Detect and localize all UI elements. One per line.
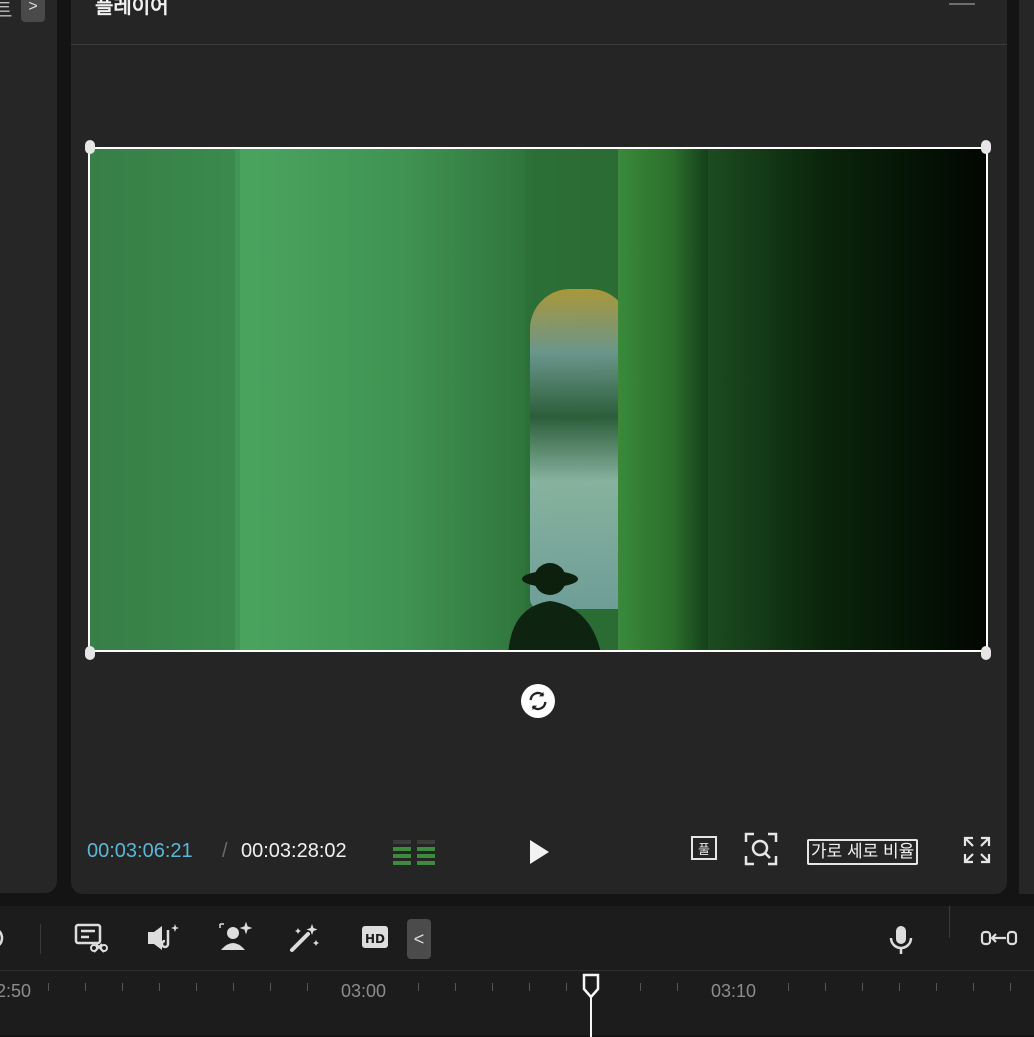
ruler-tick [1010, 983, 1011, 991]
video-preview[interactable] [88, 147, 988, 652]
video-silhouette [508, 563, 601, 650]
microphone-icon[interactable] [887, 924, 915, 956]
hd-icon[interactable]: HD [361, 922, 389, 954]
ruler-tick [788, 983, 789, 991]
media-panel: 트 > [0, 0, 57, 893]
rotate-icon [529, 691, 547, 711]
right-panel [1019, 0, 1034, 894]
ruler-tick [307, 983, 308, 991]
playhead-handle[interactable] [582, 973, 600, 999]
ruler-label: 2:50 [0, 981, 32, 1001]
timeline-ruler[interactable]: 2:50 03:00 03:10 [0, 970, 1034, 1037]
audio-meter-icon [393, 840, 435, 865]
link-icon[interactable] [980, 926, 1018, 950]
crop-handle-top-right[interactable] [981, 140, 991, 154]
ruler-tick [936, 983, 937, 991]
total-timecode: 00:03:28:02 [241, 840, 347, 862]
aspect-ratio-button[interactable]: 가로 세로 비율 [807, 839, 919, 865]
ruler-tick [196, 983, 197, 991]
video-wall-center [235, 149, 525, 650]
video-wall-left [90, 149, 240, 650]
expand-panel-button[interactable]: > [21, 0, 45, 22]
playhead-line [590, 997, 592, 1037]
ruler-label: 03:10 [711, 981, 757, 1001]
video-pillar [618, 149, 708, 650]
svg-text:HD: HD [365, 932, 385, 946]
edit-toolbar: HD < [0, 906, 1034, 970]
toolbar-divider [40, 924, 41, 954]
ruler-tick [973, 983, 974, 991]
crop-handle-bottom-left[interactable] [85, 646, 95, 660]
zoom-icon[interactable] [744, 832, 778, 866]
magic-wand-icon[interactable] [288, 922, 322, 954]
full-quality-icon[interactable]: 풀 [691, 834, 717, 862]
ruler-tick [48, 983, 49, 991]
ruler-tick [159, 983, 160, 991]
ruler-tick [677, 983, 678, 991]
fullscreen-icon[interactable] [963, 836, 991, 864]
rotate-button[interactable] [521, 684, 555, 718]
ai-person-icon[interactable] [218, 922, 252, 954]
ruler-label: 03:00 [341, 981, 387, 1001]
collapse-toolbar-button[interactable]: < [407, 919, 431, 959]
ruler-tick [899, 983, 900, 991]
player-panel: 플레이어 00:03:06:21 / 00:03:28:02 풀 가로 세로 비… [71, 0, 1007, 894]
crop-handle-top-left[interactable] [85, 140, 95, 154]
ruler-tick [492, 983, 493, 991]
ruler-tick [640, 983, 641, 991]
ruler-tick [233, 983, 234, 991]
ruler-tick [122, 983, 123, 991]
toolbar-divider-right [949, 906, 950, 938]
ruler-tick [455, 983, 456, 991]
undo-icon[interactable] [0, 922, 12, 954]
svg-text:풀: 풀 [698, 843, 710, 858]
ruler-tick [418, 983, 419, 991]
player-controls: 00:03:06:21 / 00:03:28:02 풀 가로 세로 비율 [71, 830, 1007, 874]
play-button[interactable] [527, 838, 551, 866]
split-icon[interactable] [74, 922, 108, 954]
crop-handle-bottom-right[interactable] [981, 646, 991, 660]
current-timecode: 00:03:06:21 [87, 840, 193, 862]
panel-title-fragment: 트 [0, 0, 13, 22]
ruler-tick [825, 983, 826, 991]
ruler-tick [566, 983, 567, 991]
ruler-tick [85, 983, 86, 991]
timecode-separator: / [222, 840, 228, 862]
ruler-tick [529, 983, 530, 991]
player-header: 플레이어 [71, 0, 1007, 45]
ruler-tick [862, 983, 863, 991]
player-title: 플레이어 [95, 0, 169, 18]
menu-icon[interactable] [949, 0, 975, 12]
audio-enhance-icon[interactable] [146, 922, 180, 954]
ruler-tick [270, 983, 271, 991]
